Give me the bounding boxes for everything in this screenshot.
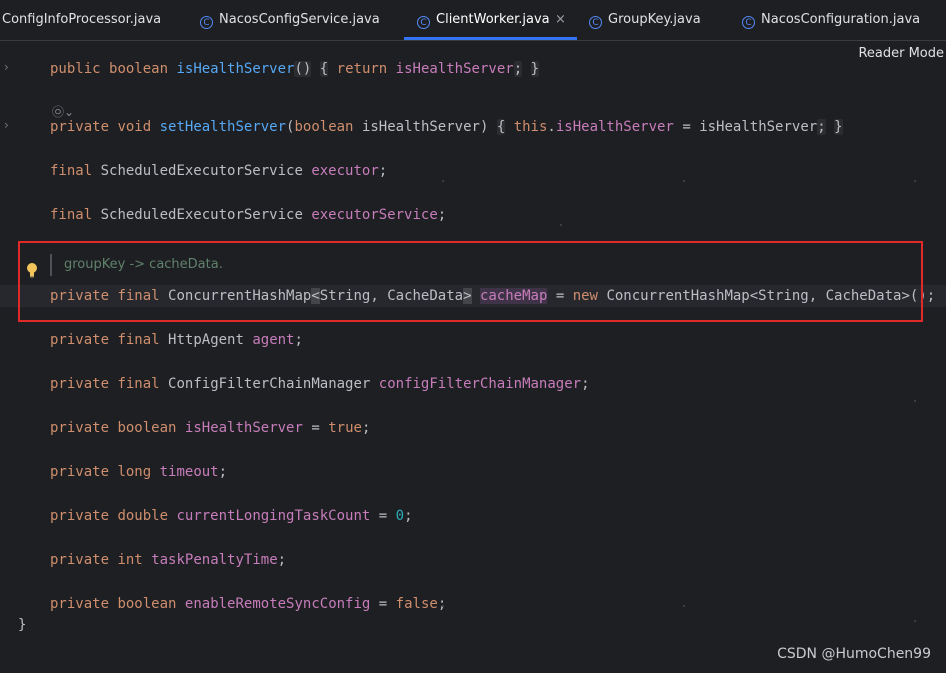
code-line[interactable]: private double currentLongingTaskCount =… — [50, 505, 413, 527]
whitespace-dot — [914, 400, 916, 402]
tab-label: ClientWorker.java — [436, 12, 550, 27]
tab-group-key[interactable]: C GroupKey.java — [589, 0, 701, 40]
whitespace-dot — [442, 605, 444, 607]
tab-label: ConfigInfoProcessor.java — [2, 12, 162, 27]
whitespace-dot — [560, 224, 562, 226]
csdn-watermark: CSDN @HumoChen99 — [777, 646, 931, 662]
whitespace-dot — [914, 180, 916, 182]
tab-label: GroupKey.java — [608, 12, 701, 27]
whitespace-dot — [683, 605, 685, 607]
code-line[interactable]: final ScheduledExecutorService executor; — [50, 160, 387, 182]
fold-chevron-icon[interactable]: › — [4, 60, 9, 74]
code-line[interactable]: private final ConfigFilterChainManager c… — [50, 373, 590, 395]
code-line[interactable]: private int taskPenaltyTime; — [50, 549, 286, 571]
whitespace-dot — [442, 180, 444, 182]
closing-brace: } — [18, 617, 27, 633]
code-line[interactable]: private boolean isHealthServer = true; — [50, 417, 370, 439]
class-icon: C — [742, 16, 755, 29]
active-tab-indicator — [404, 37, 577, 40]
whitespace-dot — [683, 180, 685, 182]
close-tab-icon[interactable]: × — [555, 0, 566, 40]
code-line[interactable]: final ScheduledExecutorService executorS… — [50, 204, 446, 226]
class-icon: C — [589, 16, 602, 29]
reader-mode-button[interactable]: Reader Mode — [858, 46, 944, 61]
tab-label: NacosConfiguration.java — [761, 12, 921, 27]
tab-nacos-config-service[interactable]: C NacosConfigService.java — [200, 0, 380, 40]
code-line[interactable]: public boolean isHealthServer() { return… — [50, 58, 539, 80]
editor-tab-bar: ConfigInfoProcessor.java C NacosConfigSer… — [0, 0, 946, 41]
tab-client-worker[interactable]: C ClientWorker.java — [417, 0, 550, 40]
class-icon: C — [417, 16, 430, 29]
code-line[interactable]: private void setHealthServer(boolean isH… — [50, 116, 843, 138]
fold-chevron-icon[interactable]: › — [4, 118, 9, 132]
whitespace-dot — [914, 620, 916, 622]
tab-label: NacosConfigService.java — [219, 12, 380, 27]
code-line[interactable]: private boolean enableRemoteSyncConfig =… — [50, 593, 446, 615]
highlight-annotation-box — [18, 241, 923, 322]
tab-config-info-processor[interactable]: ConfigInfoProcessor.java — [2, 0, 161, 40]
code-line[interactable]: private long timeout; — [50, 461, 227, 483]
tab-nacos-configuration[interactable]: C NacosConfiguration.java — [742, 0, 920, 40]
code-line[interactable]: private final HttpAgent agent; — [50, 329, 303, 351]
class-icon: C — [200, 16, 213, 29]
